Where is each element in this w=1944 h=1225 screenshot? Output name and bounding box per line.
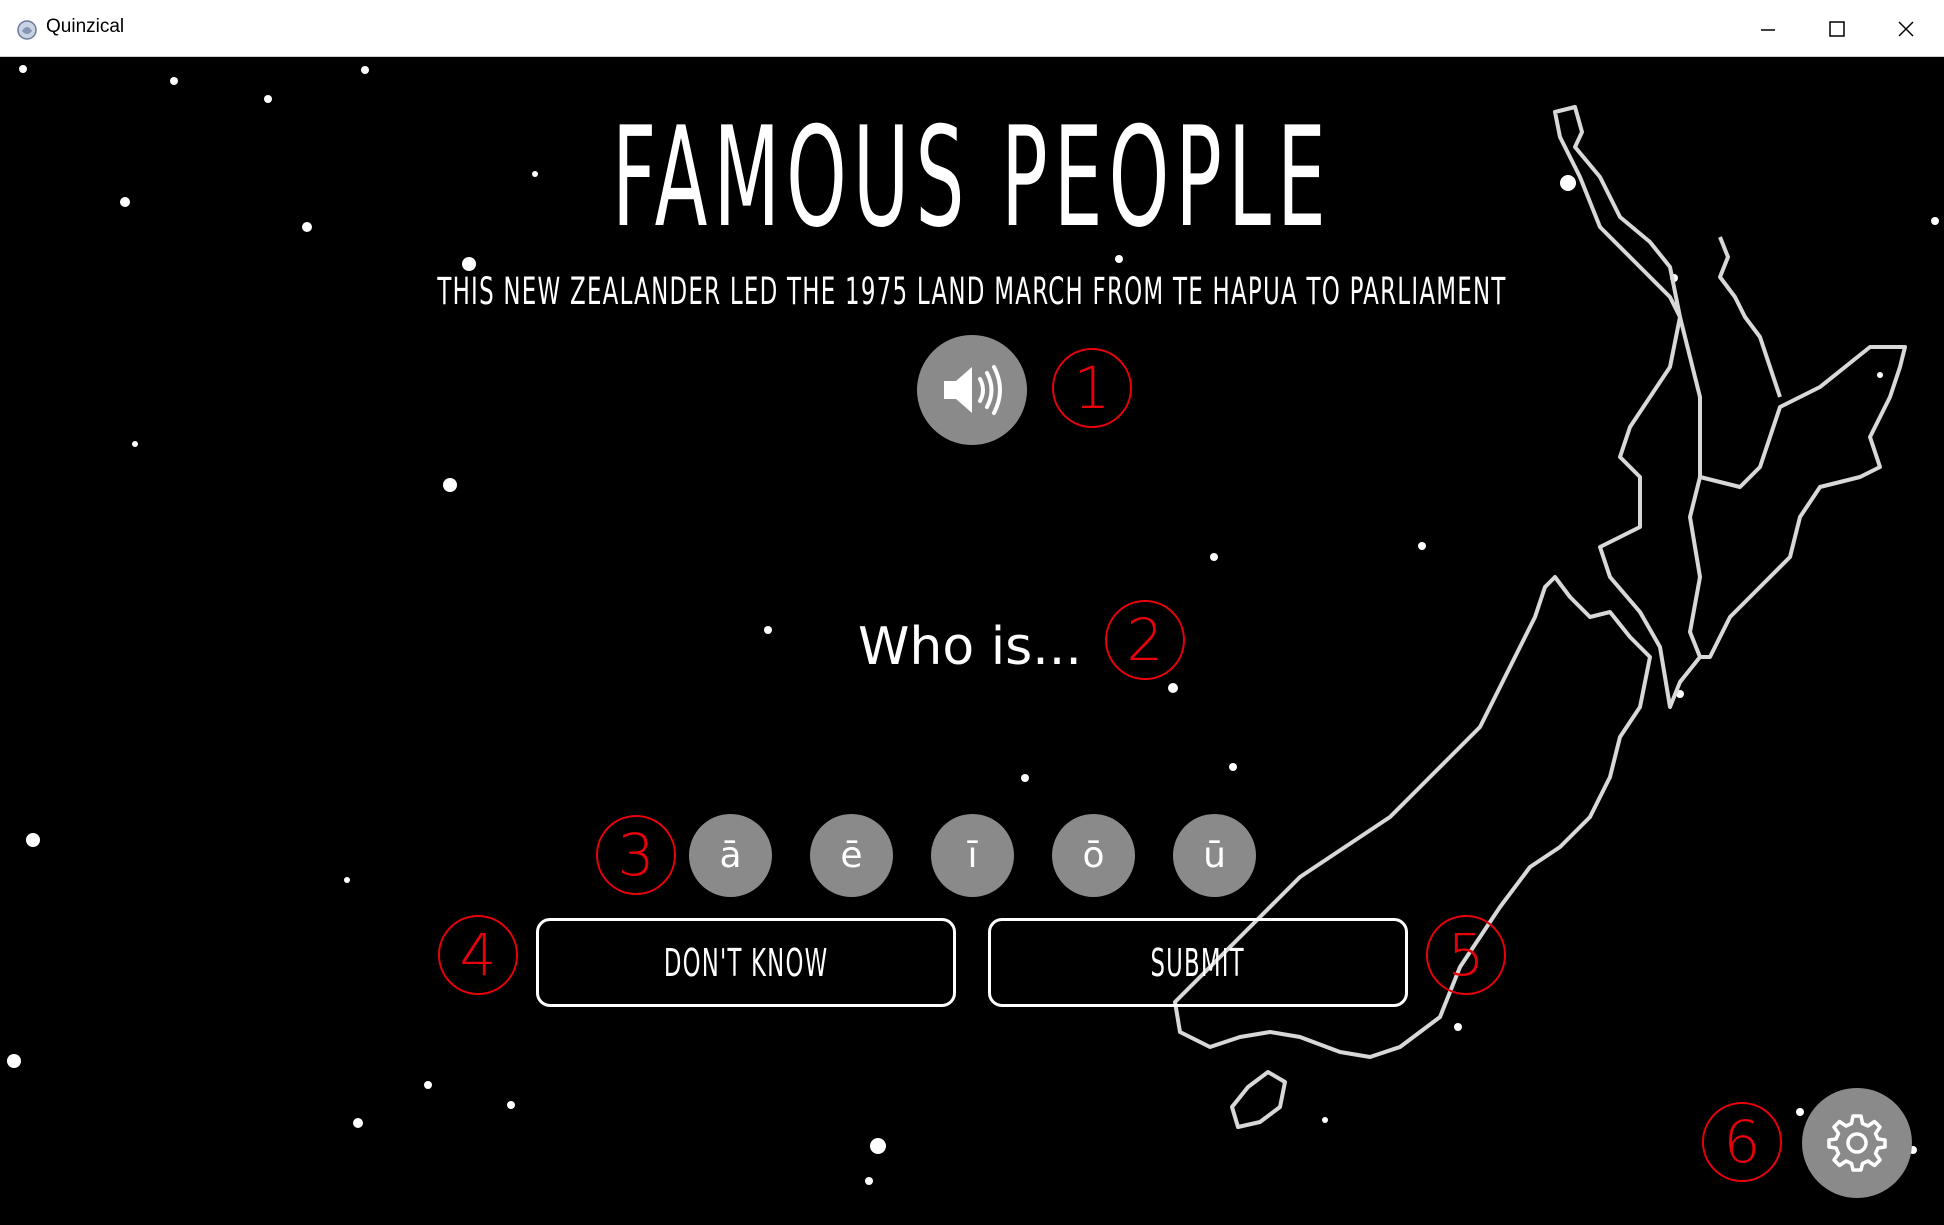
annotation-marker-3: 3 [596,815,676,895]
speaker-icon [944,365,1002,415]
submit-label: SUBMIT [1150,940,1246,985]
annotation-marker-5: 5 [1426,915,1506,995]
clue-text: THIS NEW ZEALANDER LED THE 1975 LAND MAR… [437,270,1507,313]
annotation-marker-1: 1 [1052,348,1132,428]
dont-know-label: DON'T KNOW [663,940,829,985]
replay-audio-button[interactable] [917,335,1027,445]
annotation-marker-2: 2 [1105,600,1185,680]
maximize-button[interactable] [1803,0,1871,57]
app-icon [17,20,37,40]
close-button[interactable] [1872,0,1940,57]
macron-i-button[interactable]: ī [931,814,1014,897]
dont-know-button[interactable]: DON'T KNOW [536,918,956,1007]
game-screen: FAMOUS PEOPLE THIS NEW ZEALANDER LED THE… [0,57,1944,1225]
annotation-marker-4: 4 [438,915,518,995]
close-icon [1898,20,1914,37]
submit-button[interactable]: SUBMIT [988,918,1408,1007]
macron-a-button[interactable]: ā [689,814,772,897]
window-title: Quinzical [46,16,125,37]
settings-button[interactable] [1802,1088,1912,1198]
macron-e-button[interactable]: ē [810,814,893,897]
category-title: FAMOUS PEOPLE [612,97,1332,258]
gear-icon [1827,1114,1887,1172]
macron-u-button[interactable]: ū [1173,814,1256,897]
window-titlebar: Quinzical [0,0,1944,57]
answer-prompt[interactable]: Who is... [858,617,1082,677]
minimize-icon [1761,28,1775,31]
annotation-marker-6: 6 [1702,1102,1782,1182]
maximize-icon [1829,20,1845,37]
minimize-button[interactable] [1734,0,1802,57]
macron-o-button[interactable]: ō [1052,814,1135,897]
